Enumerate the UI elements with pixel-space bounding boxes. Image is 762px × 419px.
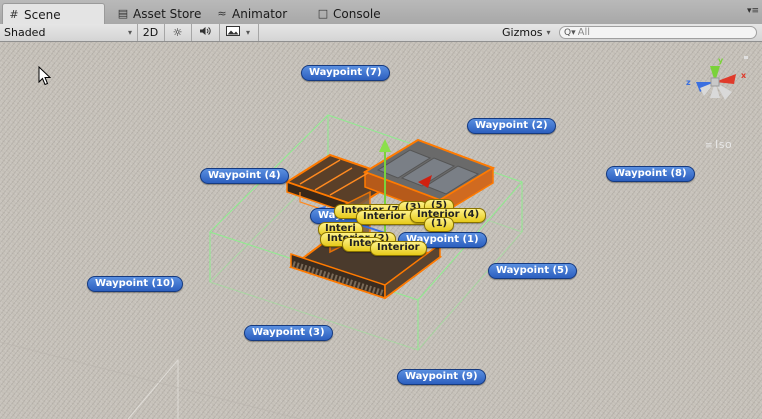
2d-label: 2D [142, 26, 159, 39]
speaker-icon [199, 26, 212, 39]
waypoint-label[interactable]: Waypoint (10) [87, 276, 183, 292]
scene-toolbar: Shaded ▾ 2D ☼ ▾ Gizmos ▾ Q▾ [0, 24, 762, 42]
tab-scene[interactable]: # Scene [2, 3, 105, 25]
svg-text:x: x [741, 71, 747, 80]
world-grid-line [0, 341, 301, 419]
orientation-gizmo-icon[interactable]: y z x [680, 52, 752, 114]
svg-text:z: z [686, 78, 691, 87]
tab-animator[interactable]: ≈ Animator [211, 3, 293, 24]
tab-asset-store[interactable]: ▤ Asset Store [112, 3, 207, 24]
tab-label: Scene [24, 7, 61, 22]
animator-icon: ≈ [217, 7, 227, 20]
scene-audio-toggle[interactable] [191, 24, 218, 41]
interior-label[interactable]: Interior [370, 241, 427, 256]
2d-toggle-button[interactable]: 2D [137, 24, 163, 41]
waypoint-label[interactable]: Waypoint (3) [244, 325, 333, 341]
scene-viewport[interactable]: Waypoint (7) Waypoint (2) Waypoint (4) W… [0, 42, 762, 419]
waypoint-label[interactable]: Waypoint (9) [397, 369, 486, 385]
shading-mode-dropdown[interactable]: Shaded ▾ [0, 24, 136, 41]
toolbar-divider [258, 24, 259, 41]
scene-effects-dropdown[interactable]: ▾ [219, 24, 257, 41]
shading-mode-label: Shaded [4, 26, 46, 39]
grid-icon: # [9, 8, 19, 21]
gizmos-label: Gizmos [502, 26, 543, 39]
waypoint-label[interactable]: Waypoint (5) [488, 263, 577, 279]
waypoint-label[interactable]: Waypoint (7) [301, 65, 390, 81]
mouse-cursor-icon [38, 66, 52, 86]
sun-icon: ☼ [172, 26, 183, 39]
image-icon [226, 26, 240, 39]
search-input[interactable] [575, 27, 748, 38]
console-icon: □ [317, 7, 329, 20]
svg-text:y: y [718, 56, 724, 65]
tab-label: Asset Store [133, 6, 202, 21]
chevron-down-icon: ▾ [546, 28, 551, 37]
projection-label[interactable]: ≡ Iso [705, 138, 732, 151]
tab-menu-icon[interactable]: ▾≡ [747, 6, 759, 16]
waypoint-label[interactable]: Waypoint (2) [467, 118, 556, 134]
chevron-down-icon: ▾ [127, 28, 132, 37]
waypoint-label[interactable]: Waypoint (8) [606, 166, 695, 182]
chevron-down-icon: ▾ [246, 28, 251, 37]
tab-bar: # Scene ▤ Asset Store ≈ Animator □ Conso… [0, 0, 762, 25]
menu-lines-icon: ≡ [705, 141, 714, 151]
projection-text: Iso [715, 138, 733, 151]
interior-label[interactable]: (1) [424, 217, 455, 232]
search-icon[interactable]: Q▾ [564, 28, 576, 38]
scene-geometry [0, 114, 523, 419]
tab-console[interactable]: □ Console [312, 3, 387, 24]
world-grid-line [127, 358, 179, 419]
tab-label: Animator [232, 6, 288, 21]
scene-lighting-toggle[interactable]: ☼ [164, 24, 190, 41]
tab-label: Console [333, 6, 381, 21]
waypoint-label[interactable]: Waypoint (4) [200, 168, 289, 184]
gizmos-dropdown[interactable]: Gizmos ▾ [497, 24, 557, 41]
search-field[interactable]: Q▾ [559, 26, 757, 39]
store-icon: ▤ [117, 7, 129, 20]
